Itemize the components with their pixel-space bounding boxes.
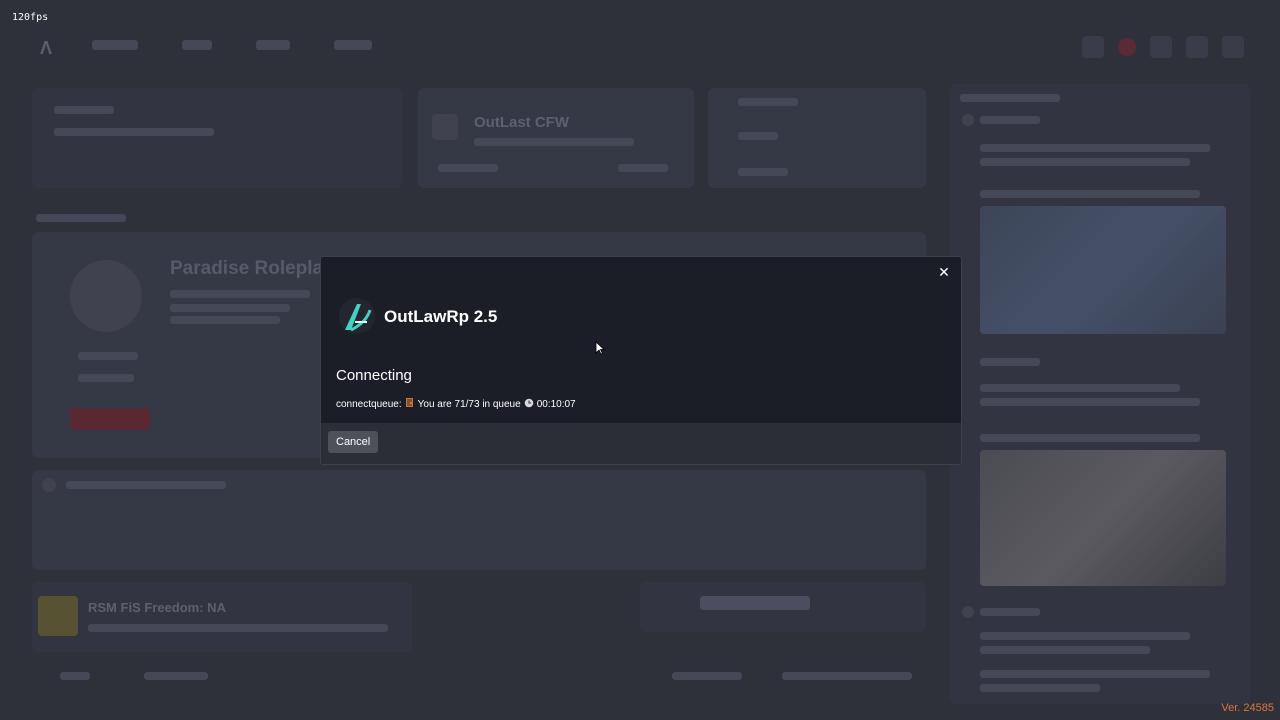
featured-server-name: OutLast CFW bbox=[474, 114, 569, 131]
close-icon[interactable]: ✕ bbox=[935, 263, 953, 281]
connection-status: Connecting bbox=[336, 367, 412, 384]
server-name: OutLawRp 2.5 bbox=[384, 307, 498, 326]
connecting-dialog: ✕ OutLawRp 2.5 Connecting connectqueue: … bbox=[320, 256, 962, 465]
version-label: Ver. 24585 bbox=[1221, 702, 1274, 714]
featured-server-card: OutLast CFW bbox=[418, 88, 694, 188]
server-banner-icon bbox=[70, 260, 142, 332]
bottom-server-logo bbox=[38, 596, 78, 636]
queue-status: connectqueue: You are 71/73 in queue 00:… bbox=[336, 397, 576, 411]
clock-icon bbox=[524, 398, 534, 411]
nav-item bbox=[256, 40, 290, 50]
background-card bbox=[32, 88, 402, 188]
server-logo-icon bbox=[339, 298, 375, 334]
menu-icon bbox=[1186, 36, 1208, 58]
background-card bbox=[708, 88, 926, 188]
app-logo-icon: Λ bbox=[40, 38, 53, 58]
queue-position-text: You are 71/73 in queue bbox=[417, 398, 521, 410]
mouse-cursor-icon bbox=[595, 341, 605, 355]
nav-item bbox=[334, 40, 372, 50]
news-column bbox=[950, 84, 1250, 704]
queue-prefix: connectqueue: bbox=[336, 398, 402, 410]
top-right-controls bbox=[1082, 36, 1244, 58]
notification-icon bbox=[1118, 38, 1136, 56]
queue-elapsed-time: 00:10:07 bbox=[536, 398, 576, 410]
news-image bbox=[980, 206, 1226, 334]
fps-counter: 120fps bbox=[12, 12, 49, 23]
server-title: Paradise Roleplay bbox=[170, 258, 334, 279]
user-icon bbox=[1082, 36, 1104, 58]
bottom-server-card: RSM FiS Freedom: NA bbox=[32, 582, 412, 652]
bottom-server-name: RSM FiS Freedom: NA bbox=[88, 600, 226, 615]
door-icon bbox=[405, 397, 415, 411]
nav-item bbox=[182, 40, 212, 50]
window-icon bbox=[1222, 36, 1244, 58]
nav-links bbox=[92, 40, 372, 50]
connect-button bbox=[70, 408, 150, 430]
background-card bbox=[640, 582, 926, 632]
cancel-button[interactable]: Cancel bbox=[328, 431, 379, 453]
nav-item bbox=[92, 40, 138, 50]
top-navigation-bar: Λ bbox=[0, 0, 1280, 90]
settings-icon bbox=[1150, 36, 1172, 58]
dialog-footer: Cancel bbox=[321, 423, 961, 464]
news-image bbox=[980, 450, 1226, 586]
background-card bbox=[32, 470, 926, 570]
